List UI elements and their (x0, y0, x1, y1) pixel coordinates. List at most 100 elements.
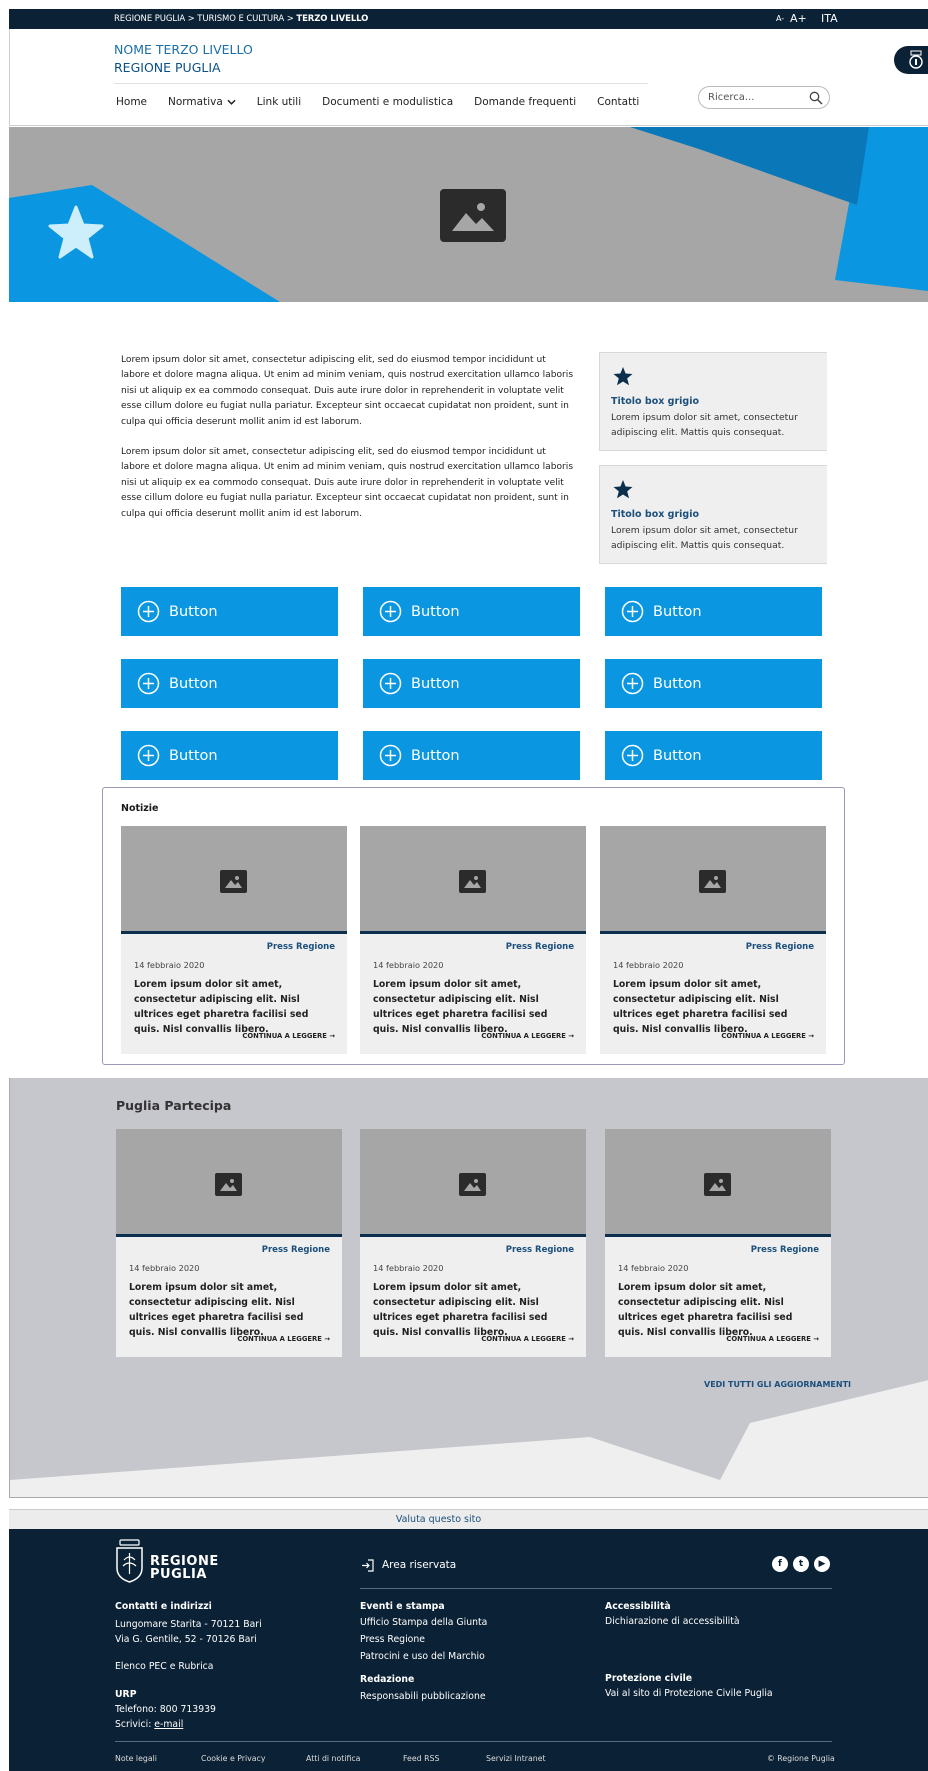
redazione-link[interactable]: Responsabili pubblicazione (360, 1689, 486, 1704)
urp-write-label: Scrivici: (115, 1719, 155, 1730)
action-button-3[interactable]: Button (605, 587, 822, 636)
copyright: © Regione Puglia (767, 1754, 835, 1763)
card-text[interactable]: Lorem ipsum dolor sit amet, consectetur … (129, 1280, 329, 1340)
card-text[interactable]: Lorem ipsum dolor sit amet, consectetur … (373, 1280, 573, 1340)
card-category[interactable]: Press Regione (751, 1245, 819, 1255)
action-button-label: Button (653, 603, 702, 620)
card-category[interactable]: Press Regione (746, 942, 814, 952)
header-divider (114, 83, 648, 84)
card-image (605, 1129, 831, 1237)
read-more-link[interactable]: CONTINUA A LEGGERE → (481, 1032, 574, 1040)
nav-link-utili[interactable]: Link utili (257, 96, 301, 108)
regione-puglia-logo-icon[interactable] (114, 1538, 145, 1583)
nav-documenti[interactable]: Documenti e modulistica (322, 96, 453, 108)
footer-logo-text[interactable]: REGIONE PUGLIA (150, 1555, 219, 1581)
footer-link-cookie[interactable]: Cookie e Privacy (201, 1754, 265, 1763)
card-category[interactable]: Press Regione (267, 942, 335, 952)
facebook-icon[interactable]: f (772, 1556, 788, 1572)
read-more-link[interactable]: CONTINUA A LEGGERE → (721, 1032, 814, 1040)
nav-normativa[interactable]: Normativa (168, 96, 236, 108)
read-more-label: CONTINUA A LEGGERE (721, 1032, 806, 1040)
action-button-label: Button (653, 747, 702, 764)
nav-domande[interactable]: Domande frequenti (474, 96, 576, 108)
card-text[interactable]: Lorem ipsum dolor sit amet, consectetur … (134, 977, 334, 1037)
action-button-4[interactable]: Button (121, 659, 338, 708)
action-button-label: Button (411, 675, 460, 692)
read-more-label: CONTINUA A LEGGERE (481, 1032, 566, 1040)
site-title-line2: REGIONE PUGLIA (114, 60, 221, 75)
news-card[interactable]: Press Regione 14 febbraio 2020 Lorem ipsum… (360, 826, 586, 1054)
font-decrease-button[interactable]: A- (776, 14, 784, 23)
address-1: Lungomare Starita - 70121 Bari (115, 1619, 262, 1630)
hero-banner (9, 127, 928, 302)
email-link[interactable]: e-mail (154, 1719, 183, 1730)
events-link-patrocini[interactable]: Patrocini e uso del Marchio (360, 1649, 485, 1664)
card-image (600, 826, 826, 934)
read-more-link[interactable]: CONTINUA A LEGGERE → (726, 1335, 819, 1343)
footer-link-rss[interactable]: Feed RSS (403, 1754, 439, 1763)
accessibility-badge[interactable] (894, 46, 928, 74)
image-placeholder-icon (220, 870, 247, 893)
footer-link-note-legali[interactable]: Note legali (115, 1754, 157, 1763)
grey-box-title: Titolo box grigio (611, 396, 699, 407)
reserved-area-link[interactable]: Area riservata (382, 1558, 456, 1573)
pec-link[interactable]: Elenco PEC e Rubrica (115, 1659, 213, 1674)
footer-link-intranet[interactable]: Servizi Intranet (486, 1754, 546, 1763)
action-button-5[interactable]: Button (363, 659, 580, 708)
card-date: 14 febbraio 2020 (373, 1263, 444, 1273)
action-button-label: Button (653, 675, 702, 692)
partecipa-card[interactable]: Press Regione 14 febbraio 2020 Lorem ipsum… (605, 1129, 831, 1357)
accessibility-icon (909, 50, 923, 69)
font-increase-button[interactable]: A+ (790, 12, 807, 25)
news-title: Notizie (121, 803, 159, 814)
accessibility-title: Accessibilità (605, 1601, 671, 1612)
card-text[interactable]: Lorem ipsum dolor sit amet, consectetur … (618, 1280, 818, 1340)
language-selector[interactable]: ITA (821, 12, 838, 25)
breadcrumb-path[interactable]: REGIONE PUGLIA > TURISMO E CULTURA > (114, 14, 296, 24)
rate-site-link[interactable]: Valuta questo sito (9, 1509, 928, 1529)
card-text[interactable]: Lorem ipsum dolor sit amet, consectetur … (373, 977, 573, 1037)
events-link-ufficio-stampa[interactable]: Ufficio Stampa della Giunta (360, 1615, 487, 1630)
nav-contatti[interactable]: Contatti (597, 96, 639, 108)
urp-write: Scrivici: e-mail (115, 1717, 183, 1732)
search-input[interactable]: Ricerca... (698, 86, 830, 109)
plus-circle-icon (379, 600, 402, 623)
card-category[interactable]: Press Regione (506, 1245, 574, 1255)
image-placeholder-icon (699, 870, 726, 893)
see-all-updates-link[interactable]: VEDI TUTTI GLI AGGIORNAMENTI (704, 1380, 851, 1389)
read-more-link[interactable]: CONTINUA A LEGGERE → (481, 1335, 574, 1343)
arrow-right-icon: → (568, 1335, 574, 1343)
civil-protection-link[interactable]: Vai al sito di Protezione Civile Puglia (605, 1686, 773, 1701)
card-category[interactable]: Press Regione (262, 1245, 330, 1255)
events-link-press[interactable]: Press Regione (360, 1632, 425, 1647)
footer-divider (360, 1588, 832, 1589)
main-nav: Home Normativa Link utili Documenti e mo… (116, 96, 660, 108)
youtube-icon[interactable]: ▶ (814, 1556, 830, 1572)
read-more-link[interactable]: CONTINUA A LEGGERE → (242, 1032, 335, 1040)
accessibility-link[interactable]: Dichiarazione di accessibilità (605, 1614, 740, 1629)
news-card[interactable]: Press Regione 14 febbraio 2020 Lorem ipsum… (600, 826, 826, 1054)
action-button-2[interactable]: Button (363, 587, 580, 636)
card-image (360, 826, 586, 934)
site-title[interactable]: NOME TERZO LIVELLO REGIONE PUGLIA (114, 41, 253, 77)
twitter-icon[interactable]: t (793, 1556, 809, 1572)
footer-link-atti[interactable]: Atti di notifica (306, 1754, 360, 1763)
action-button-label: Button (411, 747, 460, 764)
image-placeholder-icon (440, 189, 506, 242)
action-button-8[interactable]: Button (363, 731, 580, 780)
nav-home[interactable]: Home (116, 96, 147, 108)
events-title: Eventi e stampa (360, 1601, 445, 1612)
news-card[interactable]: Press Regione 14 febbraio 2020 Lorem ipsum… (121, 826, 347, 1054)
grey-box-text: Lorem ipsum dolor sit amet, consectetur … (611, 412, 798, 438)
search-icon[interactable] (809, 91, 823, 105)
read-more-link[interactable]: CONTINUA A LEGGERE → (237, 1335, 330, 1343)
action-button-9[interactable]: Button (605, 731, 822, 780)
action-button-1[interactable]: Button (121, 587, 338, 636)
action-button-6[interactable]: Button (605, 659, 822, 708)
action-button-7[interactable]: Button (121, 731, 338, 780)
star-icon (613, 480, 633, 499)
partecipa-card[interactable]: Press Regione 14 febbraio 2020 Lorem ipsum… (360, 1129, 586, 1357)
partecipa-card[interactable]: Press Regione 14 febbraio 2020 Lorem ipsum… (116, 1129, 342, 1357)
card-text[interactable]: Lorem ipsum dolor sit amet, consectetur … (613, 977, 813, 1037)
card-category[interactable]: Press Regione (506, 942, 574, 952)
